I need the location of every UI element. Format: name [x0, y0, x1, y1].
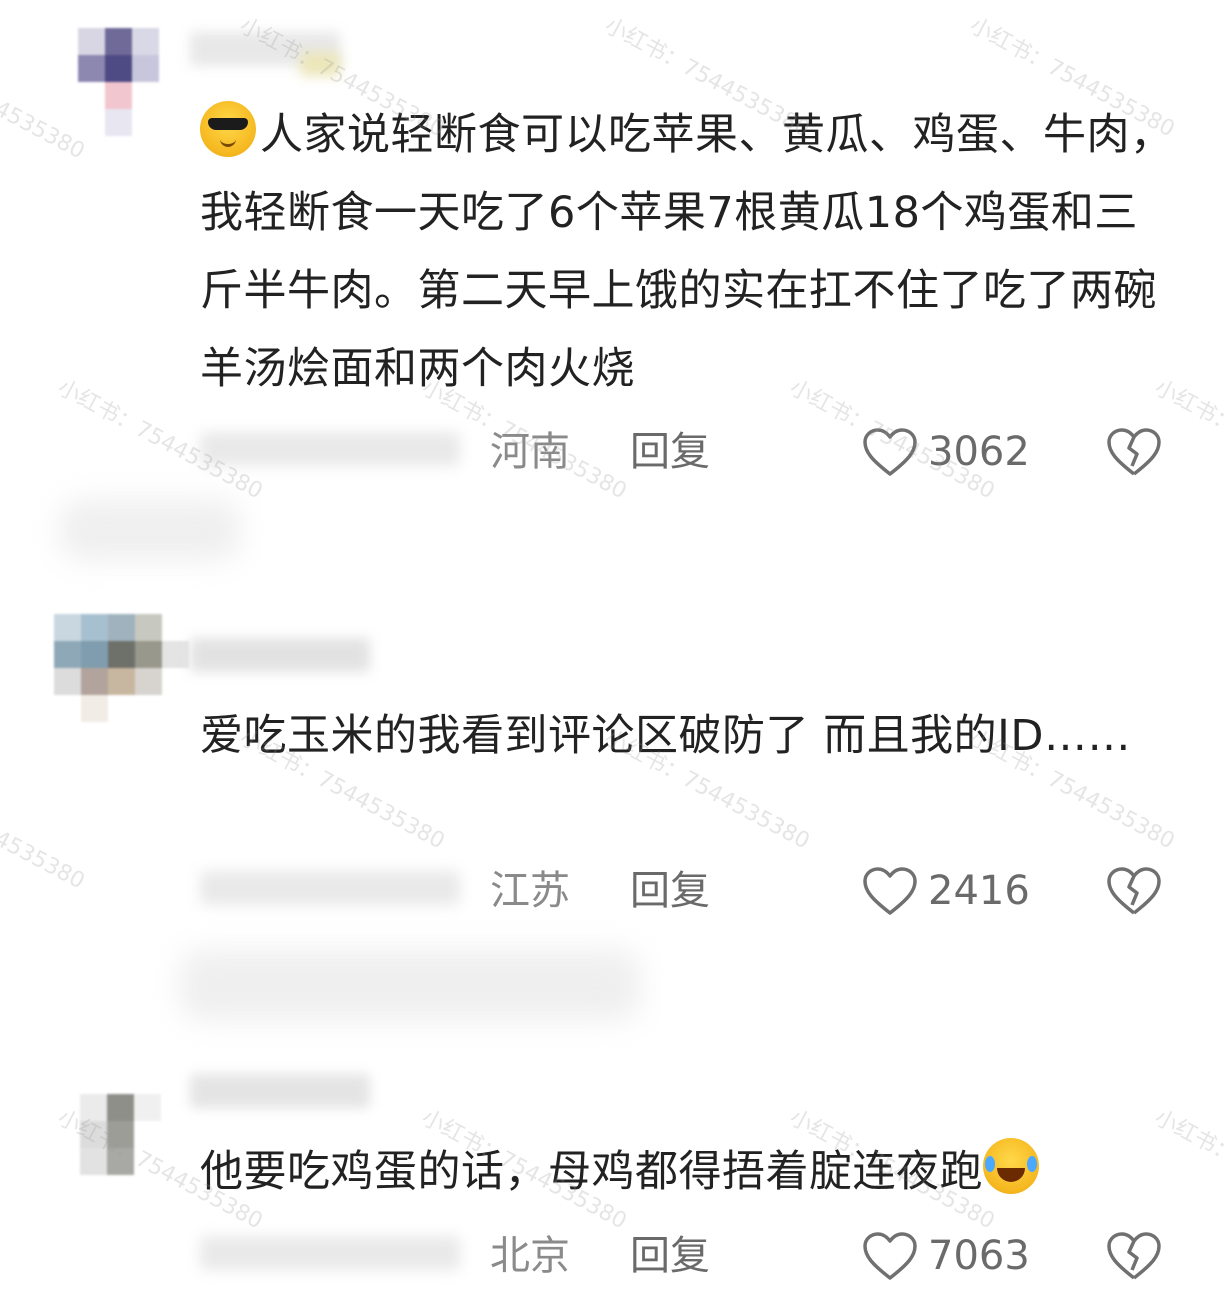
broken-heart-icon[interactable] — [1106, 867, 1162, 917]
broken-heart-icon[interactable] — [1106, 1232, 1162, 1282]
timestamp-blurred — [200, 1236, 460, 1270]
like-count: 3062 — [928, 429, 1030, 475]
username-suffix — [300, 52, 340, 76]
broken-heart-icon[interactable] — [1106, 428, 1162, 478]
hidden-content — [60, 500, 240, 560]
timestamp-blurred — [200, 432, 460, 466]
comment-meta: 江苏 回复 2416 — [0, 861, 1224, 921]
comment-body: 爱吃玉米的我看到评论区破防了 而且我的ID…… — [200, 711, 1131, 761]
sunglasses-tears-emoji — [200, 101, 256, 157]
username[interactable] — [190, 1074, 370, 1108]
like-count: 2416 — [928, 868, 1030, 914]
comment-list-screen: 人家说轻断食可以吃苹果、黄瓜、鸡蛋、牛肉，我轻断食一天吃了6个苹果7根黄瓜18个… — [0, 0, 1224, 1316]
avatar[interactable] — [54, 614, 189, 724]
comment-meta: 北京 回复 7063 — [0, 1226, 1224, 1286]
reply-button[interactable]: 回复 — [630, 861, 710, 921]
comment-text: 人家说轻断食可以吃苹果、黄瓜、鸡蛋、牛肉，我轻断食一天吃了6个苹果7根黄瓜18个… — [200, 96, 1180, 408]
comment-body: 他要吃鸡蛋的话，母鸡都得捂着腚连夜跑 — [200, 1147, 983, 1197]
comment-body: 人家说轻断食可以吃苹果、黄瓜、鸡蛋、牛肉，我轻断食一天吃了6个苹果7根黄瓜18个… — [200, 110, 1174, 394]
reply-button[interactable]: 回复 — [630, 422, 710, 482]
avatar[interactable] — [80, 1094, 162, 1204]
avatar[interactable] — [78, 28, 160, 138]
heart-icon[interactable] — [862, 867, 918, 917]
heart-icon[interactable] — [862, 428, 918, 478]
comment-meta: 河南 回复 3062 — [0, 422, 1224, 482]
comment-text: 他要吃鸡蛋的话，母鸡都得捂着腚连夜跑 — [200, 1133, 1180, 1211]
username[interactable] — [190, 638, 370, 672]
timestamp-blurred — [200, 871, 460, 905]
heart-icon[interactable] — [862, 1232, 918, 1282]
location: 北京 — [490, 1233, 570, 1279]
like-count: 7063 — [928, 1233, 1030, 1279]
rolling-laughing-emoji — [983, 1138, 1039, 1194]
comment-text: 爱吃玉米的我看到评论区破防了 而且我的ID…… — [200, 697, 1140, 775]
hidden-content — [180, 950, 640, 1020]
reply-button[interactable]: 回复 — [630, 1226, 710, 1286]
location: 河南 — [490, 429, 570, 475]
location: 江苏 — [490, 868, 570, 914]
